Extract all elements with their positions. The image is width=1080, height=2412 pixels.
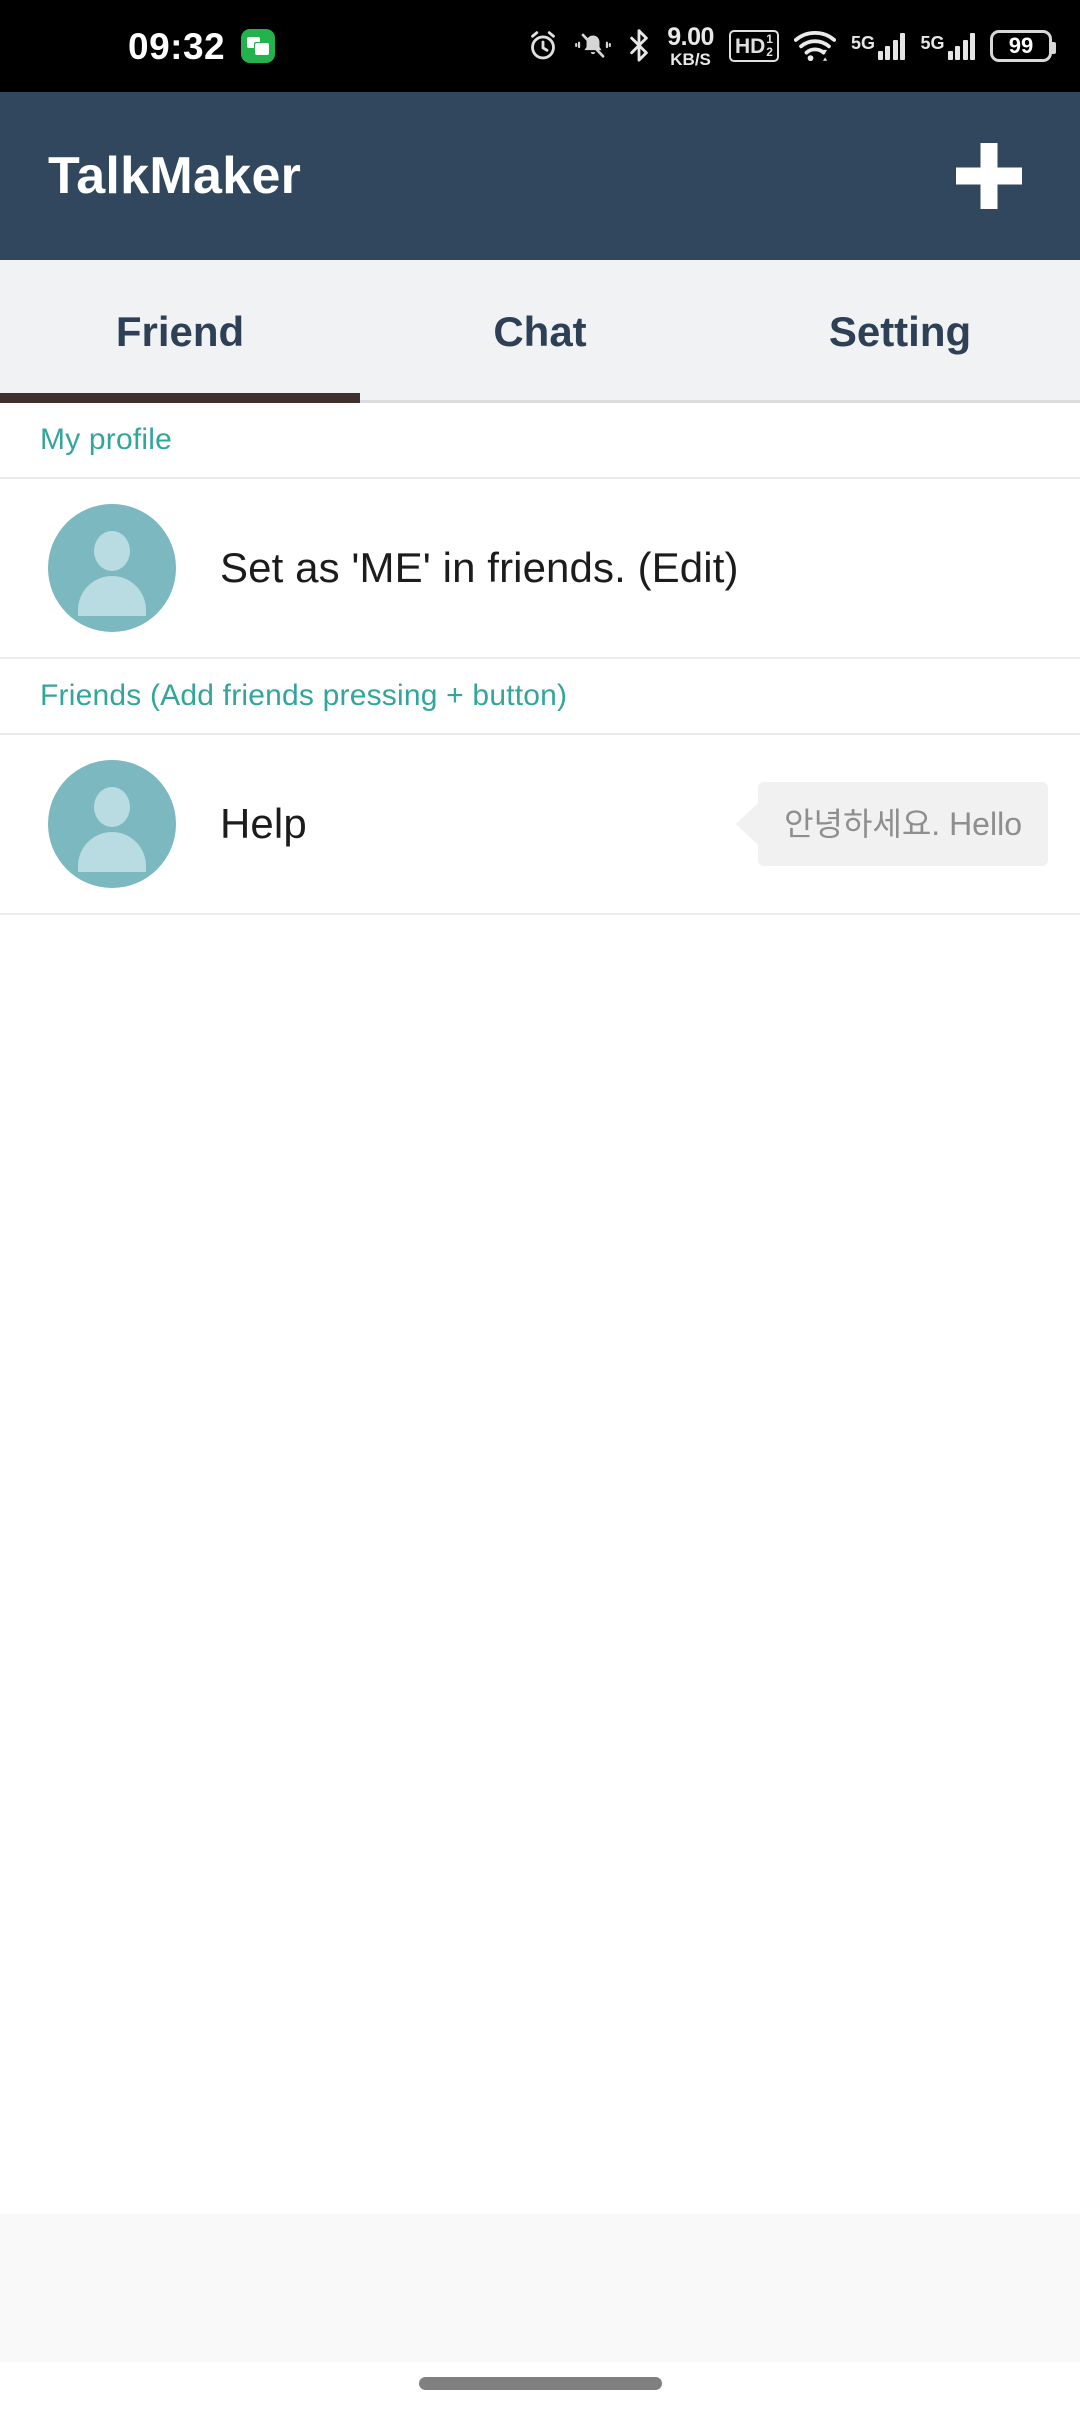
app-screen: 09:32 9.00 KB/S HD 1 2 5G 5G 99 TalkMake… [0, 0, 1080, 2412]
hd-voice-sub: 2 [766, 45, 773, 59]
sim1-signal-icon: 5G [850, 32, 906, 60]
home-gesture-bar[interactable] [418, 2376, 662, 2390]
tab-friend[interactable]: Friend [0, 310, 360, 353]
bluetooth-icon [630, 29, 649, 62]
alarm-icon [531, 31, 556, 60]
message-icon [241, 29, 276, 63]
app-bar: TalkMaker [0, 92, 1080, 260]
sim1-network-label: 5G [850, 32, 875, 53]
avatar-body [78, 832, 146, 872]
hd-voice-label: HD [734, 34, 766, 58]
section-header-my-profile: My profile [0, 403, 1080, 479]
avatar-head [94, 787, 130, 827]
battery-percent: 99 [1008, 33, 1034, 58]
ad-banner-placeholder [0, 2214, 1080, 2362]
sim2-signal-icon: 5G [920, 32, 975, 60]
battery-icon: 99 [990, 30, 1056, 62]
add-friend-button[interactable] [946, 133, 1032, 219]
my-profile-label: Set as 'ME' in friends. (Edit) [220, 544, 739, 591]
person-avatar-icon [48, 760, 176, 888]
hd-voice-icon: HD 1 2 [728, 30, 779, 62]
avatar-head [94, 531, 130, 571]
friend-list: My profile Set as 'ME' in friends. (Edit… [0, 403, 1080, 2412]
wifi-icon [793, 30, 836, 62]
navigation-gesture-area [0, 2362, 1080, 2412]
avatar-body [78, 576, 146, 616]
sim2-signal-bars [947, 32, 975, 60]
network-speed-value: 9.00 [667, 22, 714, 51]
person-avatar-icon [48, 504, 176, 632]
active-tab-indicator [0, 393, 360, 403]
silent-bell-icon [575, 33, 612, 58]
friend-name: Help [220, 800, 307, 847]
tab-bar: Friend Chat Setting [0, 260, 1080, 403]
status-bar-left: 09:32 [128, 25, 276, 67]
network-speed-indicator: 9.00 KB/S [667, 22, 714, 69]
status-bar: 09:32 9.00 KB/S HD 1 2 5G 5G 99 [0, 0, 1080, 92]
section-header-friends: Friends (Add friends pressing + button) [0, 659, 1080, 735]
sim2-network-label: 5G [920, 32, 945, 53]
friend-row-help[interactable]: Help 안녕하세요. Hello [0, 735, 1080, 915]
page-title: TalkMaker [48, 147, 302, 205]
status-message-text: 안녕하세요. Hello [784, 806, 1022, 842]
network-speed-unit: KB/S [670, 49, 711, 69]
status-bar-right: 9.00 KB/S HD 1 2 5G 5G 99 [526, 22, 1056, 69]
my-profile-row[interactable]: Set as 'ME' in friends. (Edit) [0, 479, 1080, 659]
sim1-signal-bars [877, 32, 906, 60]
status-bar-clock: 09:32 [128, 25, 226, 67]
tab-chat[interactable]: Chat [360, 310, 720, 353]
tab-setting[interactable]: Setting [720, 310, 1080, 353]
status-message-bubble: 안녕하세요. Hello [758, 782, 1048, 866]
